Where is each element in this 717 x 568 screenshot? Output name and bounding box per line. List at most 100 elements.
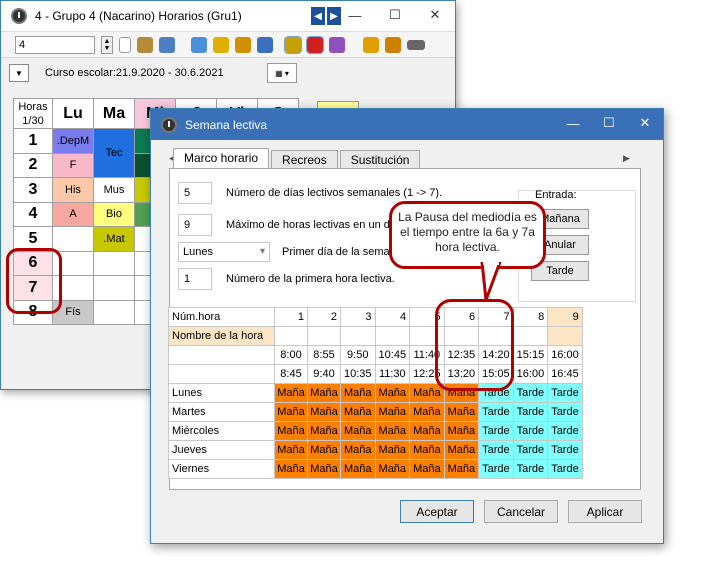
tab-scroll-right-icon[interactable]: ▶ <box>623 153 630 164</box>
lesson-cell[interactable]: Tec <box>93 128 135 178</box>
apply-button[interactable]: Aplicar <box>568 500 642 523</box>
period-cell[interactable]: Tarde <box>478 402 514 422</box>
period-cell[interactable]: Maña <box>409 440 445 460</box>
lock-icon[interactable] <box>213 36 229 53</box>
start-time[interactable]: 8:55 <box>307 345 341 365</box>
gear-icon[interactable] <box>385 36 401 53</box>
minimize-icon[interactable]: — <box>335 1 375 29</box>
period-cell[interactable]: Maña <box>409 402 445 422</box>
period-cell[interactable]: Maña <box>443 459 480 479</box>
period-cell[interactable]: Maña <box>340 383 376 403</box>
period-cell[interactable]: Tarde <box>547 421 583 441</box>
period-cell[interactable]: Maña <box>340 440 376 460</box>
period-cell[interactable]: Maña <box>307 421 341 441</box>
lesson-cell[interactable] <box>93 299 135 325</box>
edit-icon[interactable] <box>284 35 302 54</box>
lesson-cell[interactable]: .Mat <box>93 226 135 252</box>
end-time[interactable]: 16:45 <box>547 364 583 384</box>
hour-name-cell[interactable] <box>547 326 583 346</box>
tab-sustitucion[interactable]: Sustitución <box>339 150 421 168</box>
period-cell[interactable]: Maña <box>340 402 376 422</box>
period-cell[interactable]: Maña <box>374 402 411 422</box>
hour-name-cell[interactable] <box>512 326 549 346</box>
hour-name-cell[interactable] <box>274 326 308 346</box>
start-time[interactable]: 9:50 <box>340 345 376 365</box>
days-input[interactable]: 5 <box>178 182 212 204</box>
period-cell[interactable]: Maña <box>409 459 445 479</box>
period-cell[interactable]: Tarde <box>512 459 549 479</box>
period-cell[interactable]: Maña <box>274 421 308 441</box>
pin-icon[interactable] <box>306 35 324 54</box>
first-hour-input[interactable]: 1 <box>178 268 212 290</box>
period-cell[interactable]: Maña <box>443 402 480 422</box>
unlock-icon[interactable] <box>235 36 251 53</box>
lesson-cell[interactable]: A <box>52 201 94 227</box>
minimize-icon[interactable]: — <box>555 109 591 137</box>
end-time[interactable]: 10:35 <box>340 364 376 384</box>
list-menu-icon[interactable] <box>407 39 425 50</box>
hour-name-cell[interactable] <box>307 326 341 346</box>
period-cell[interactable]: Maña <box>307 459 341 479</box>
maximize-icon[interactable]: ☐ <box>375 1 415 29</box>
period-cell[interactable]: Tarde <box>547 459 583 479</box>
period-cell[interactable]: Maña <box>340 421 376 441</box>
max-hours-input[interactable]: 9 <box>178 214 212 236</box>
end-time[interactable]: 9:40 <box>307 364 341 384</box>
first-day-select[interactable]: Lunes <box>178 242 270 262</box>
start-time[interactable]: 8:00 <box>274 345 308 365</box>
period-cell[interactable]: Maña <box>374 440 411 460</box>
tab-recreos[interactable]: Recreos <box>271 150 338 168</box>
end-time[interactable]: 11:30 <box>374 364 411 384</box>
lesson-cell[interactable] <box>52 226 94 252</box>
period-cell[interactable]: Tarde <box>512 402 549 422</box>
close-icon[interactable]: ✕ <box>627 109 663 137</box>
period-cell[interactable]: Maña <box>443 440 480 460</box>
hour-name-cell[interactable] <box>340 326 376 346</box>
start-time[interactable]: 10:45 <box>374 345 411 365</box>
period-cell[interactable]: Tarde <box>512 421 549 441</box>
hour-name-cell[interactable] <box>374 326 411 346</box>
period-cell[interactable]: Maña <box>274 440 308 460</box>
expand-dropdown-icon[interactable]: ▼ <box>9 64 29 82</box>
period-cell[interactable]: Tarde <box>547 383 583 403</box>
lesson-cell[interactable] <box>93 250 135 276</box>
class-spinner[interactable]: ▲ ▼ <box>101 35 113 54</box>
period-cell[interactable]: Tarde <box>478 459 514 479</box>
period-cell[interactable]: Tarde <box>547 402 583 422</box>
export-icon[interactable] <box>191 36 207 53</box>
period-cell[interactable]: Maña <box>274 402 308 422</box>
settings-icon[interactable] <box>363 36 379 53</box>
period-cell[interactable]: Maña <box>307 440 341 460</box>
lesson-cell[interactable]: F <box>52 152 94 178</box>
start-time[interactable]: 15:15 <box>512 345 549 365</box>
undo-icon[interactable] <box>257 36 273 53</box>
period-cell[interactable]: Maña <box>307 402 341 422</box>
lesson-cell[interactable]: Bio <box>93 201 135 227</box>
period-cell[interactable]: Maña <box>340 459 376 479</box>
dropdown-arrow-icon[interactable] <box>119 36 131 53</box>
period-cell[interactable]: Maña <box>374 383 411 403</box>
period-cell[interactable]: Maña <box>307 383 341 403</box>
lesson-cell[interactable] <box>93 275 135 301</box>
lesson-cell[interactable]: .DepM <box>52 128 94 154</box>
accept-button[interactable]: Aceptar <box>400 500 474 523</box>
tab-marco-horario[interactable]: Marco horario <box>173 148 270 168</box>
end-time[interactable]: 16:00 <box>512 364 549 384</box>
grid-icon[interactable] <box>159 36 175 53</box>
maximize-icon[interactable]: ☐ <box>591 109 627 137</box>
start-time[interactable]: 16:00 <box>547 345 583 365</box>
end-time[interactable]: 8:45 <box>274 364 308 384</box>
period-cell[interactable]: Maña <box>374 459 411 479</box>
period-cell[interactable]: Maña <box>374 421 411 441</box>
period-cell[interactable]: Maña <box>443 421 480 441</box>
period-cell[interactable]: Tarde <box>547 440 583 460</box>
link-icon[interactable] <box>329 36 345 53</box>
period-cell[interactable]: Tarde <box>478 421 514 441</box>
class-combo[interactable]: 4 <box>15 35 95 54</box>
period-cell[interactable]: Maña <box>274 459 308 479</box>
period-cell[interactable]: Tarde <box>478 440 514 460</box>
close-icon[interactable]: ✕ <box>415 1 455 29</box>
cancel-button[interactable]: Cancelar <box>484 500 558 523</box>
period-cell[interactable]: Tarde <box>512 440 549 460</box>
period-cell[interactable]: Maña <box>274 383 308 403</box>
